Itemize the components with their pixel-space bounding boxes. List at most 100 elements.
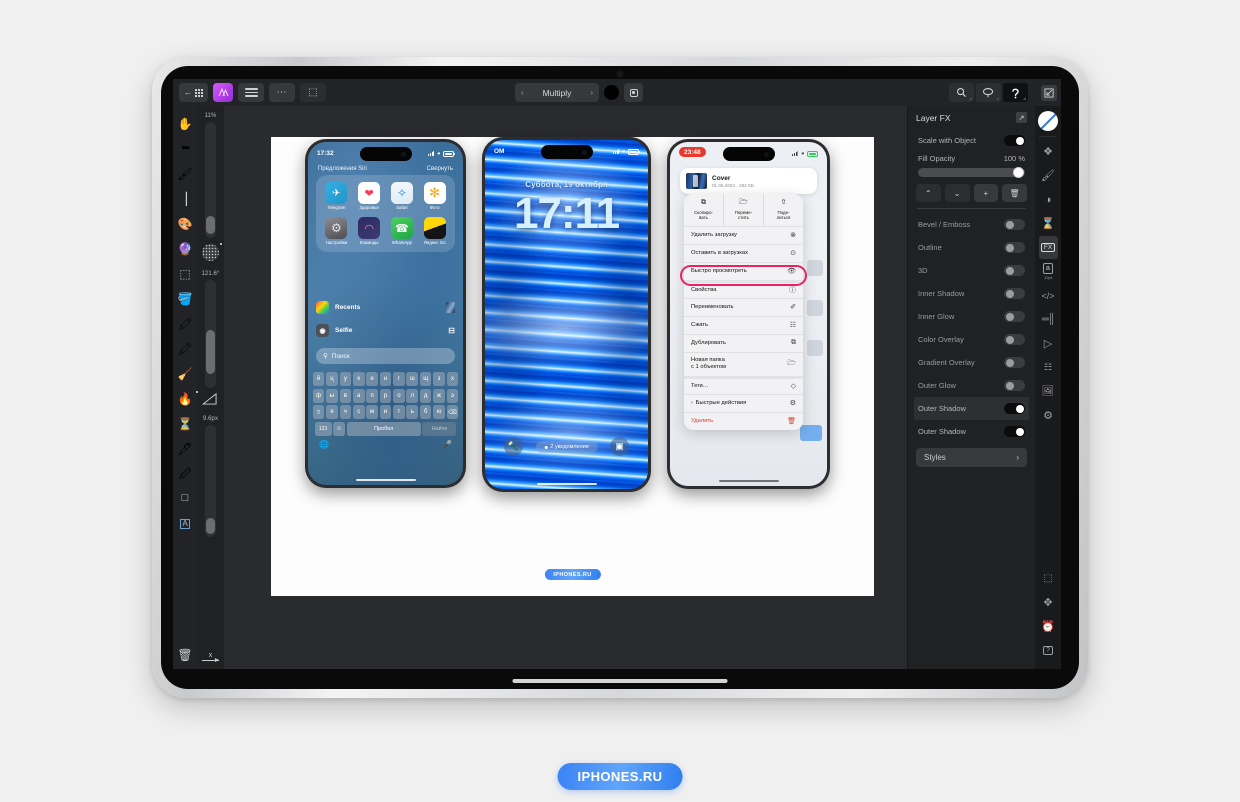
transform-icon[interactable]: ⬚ xyxy=(1039,567,1058,590)
phone1-keyboard[interactable]: йцукенгшщзх фывапролджэ ⇧ я ч с м и т ь б ю ⌫ 123 … xyxy=(308,368,463,485)
app-shortcuts[interactable]: ◠ Команды xyxy=(353,217,386,245)
app-telegram[interactable]: ✈ Telegram xyxy=(320,182,353,210)
mic-icon[interactable]: 🎤 xyxy=(442,440,452,449)
layers-icon[interactable]: ❖ xyxy=(1039,140,1058,163)
marquee-select-button[interactable]: ⬚ xyxy=(300,83,326,102)
artboard[interactable]: 17:32 ◕ Предложения Siri Свернуть ✈ Tele… xyxy=(271,137,874,596)
eyedropper-tool[interactable]: 🖌 xyxy=(175,161,196,186)
popout-icon[interactable]: ↗ xyxy=(1016,112,1027,123)
keyboard-key[interactable]: й xyxy=(312,372,325,386)
shape-tool[interactable]: □ xyxy=(175,486,196,511)
history-icon[interactable]: ⏰ xyxy=(1039,615,1058,638)
effect-row[interactable]: Bevel / Emboss xyxy=(914,213,1029,236)
app-health[interactable]: ❤ Здоровье xyxy=(353,182,386,210)
keyboard-key[interactable]: о xyxy=(393,388,405,403)
pencil-tool[interactable]: 🖍 xyxy=(175,336,196,361)
effect-toggle[interactable] xyxy=(1004,380,1025,391)
effect-toggle[interactable] xyxy=(1004,357,1025,368)
keyboard-key[interactable]: щ xyxy=(419,372,432,386)
keyboard-key[interactable]: у xyxy=(339,372,352,386)
effect-row[interactable]: Outline xyxy=(914,236,1029,259)
delete-effect-button[interactable]: 🗑 xyxy=(1002,184,1027,202)
effect-toggle[interactable] xyxy=(1004,219,1025,230)
eraser-tool[interactable]: 🧹 xyxy=(175,361,196,386)
effect-toggle[interactable] xyxy=(1004,288,1025,299)
marquee-tool[interactable]: ⬚ xyxy=(175,261,196,286)
keyboard-key[interactable]: ф xyxy=(312,388,325,403)
keyboard-key[interactable]: р xyxy=(379,388,392,403)
effect-row[interactable]: 3D xyxy=(914,259,1029,282)
canvas-area[interactable]: 17:32 ◕ Предложения Siri Свернуть ✈ Tele… xyxy=(224,106,907,669)
angle-slider[interactable] xyxy=(205,280,216,388)
layer-mask-button[interactable] xyxy=(624,83,643,102)
keyboard-key[interactable]: ю xyxy=(433,405,445,420)
more-options-button[interactable]: ⋯ xyxy=(269,83,295,102)
text-tool[interactable]: A xyxy=(175,511,196,536)
keyboard-key[interactable]: ш xyxy=(406,372,419,386)
context-menu-item[interactable]: Оставить в загрузках ⊙ xyxy=(684,243,803,262)
key-search-go[interactable]: Найти xyxy=(422,421,457,436)
cursor-tool[interactable]: ➦ xyxy=(175,136,196,161)
keyboard-key[interactable]: ц xyxy=(326,372,338,386)
keyboard-key[interactable]: э xyxy=(446,388,459,403)
blend-mode-selector[interactable]: ‹ Multiply › xyxy=(515,83,599,102)
add-effect-button[interactable]: + xyxy=(973,184,999,202)
app-yandex-go[interactable]: Яндекс Go xyxy=(418,217,451,245)
angle-triangle-icon[interactable] xyxy=(196,391,219,408)
keyboard-key[interactable]: г xyxy=(393,372,405,386)
histogram-icon[interactable]: ═║ xyxy=(1039,308,1058,331)
list-item-recents[interactable]: Recents xyxy=(316,299,455,316)
file-settings-icon[interactable]: ⚙ xyxy=(1039,404,1058,427)
blend-prev-arrow[interactable]: ‹ xyxy=(521,88,524,97)
color-swatch[interactable] xyxy=(604,85,619,100)
effect-toggle[interactable] xyxy=(1004,334,1025,345)
context-menu-item[interactable]: Новая папка с 1 объектом 🗁 xyxy=(684,351,803,376)
magic-wand-tool[interactable]: 🔮 xyxy=(175,236,196,261)
key-numbers[interactable]: 123 xyxy=(314,421,332,436)
opacity-slider[interactable] xyxy=(205,122,216,238)
camera-button[interactable]: ▣ xyxy=(610,437,629,456)
context-menu-item[interactable]: Удалить 🗑 xyxy=(684,411,803,430)
key-emoji[interactable]: ☺ xyxy=(333,421,345,436)
styles-button[interactable]: Styles › xyxy=(916,448,1027,467)
app-photos[interactable]: ✻ Фото xyxy=(418,182,451,210)
collapse-button[interactable]: Свернуть xyxy=(427,166,453,172)
effect-row[interactable]: Gradient Overlay xyxy=(914,351,1029,374)
keyboard-key[interactable]: з xyxy=(433,372,445,386)
hourglass-icon[interactable]: ⌛ xyxy=(1039,212,1058,235)
expand-panel-button[interactable] xyxy=(1041,84,1057,101)
keyboard-key[interactable]: а xyxy=(352,388,365,403)
undo-tool-button[interactable] xyxy=(1003,83,1028,102)
trash-icon[interactable]: 🗑 xyxy=(177,648,192,662)
color-wheel-icon[interactable] xyxy=(1038,111,1058,131)
effect-row[interactable]: Outer Shadow xyxy=(914,420,1029,443)
effect-row[interactable]: Outer Shadow xyxy=(914,397,1029,420)
effect-toggle[interactable] xyxy=(1004,242,1025,253)
list-icon[interactable]: ☷ xyxy=(1039,356,1058,379)
clone-stamp-tool[interactable]: ⏳ xyxy=(175,411,196,436)
help-icon[interactable]: ? xyxy=(1039,639,1058,662)
context-menu-item[interactable]: Переименовать ✐ xyxy=(684,297,803,316)
brush-icon[interactable]: 🖌 xyxy=(1039,164,1058,187)
image-icon[interactable]: 🖼 xyxy=(1039,380,1058,403)
play-icon[interactable]: ▷ xyxy=(1039,332,1058,355)
effect-toggle[interactable] xyxy=(1004,311,1025,322)
lasso-tool-button[interactable] xyxy=(976,83,1001,102)
effect-toggle[interactable] xyxy=(1004,426,1025,437)
keyboard-key[interactable]: н xyxy=(379,372,392,386)
keyboard-key[interactable]: ⇧ xyxy=(312,405,325,420)
context-menu-item[interactable]: › Быстрые действия ⚙ xyxy=(684,393,803,412)
effect-toggle[interactable] xyxy=(1004,403,1025,414)
flashlight-button[interactable]: 🔦 xyxy=(504,437,523,456)
adjustments-icon[interactable]: ◑ xyxy=(1039,188,1058,211)
text-size-icon[interactable]: a 12pt xyxy=(1039,260,1058,283)
halftone-pattern-icon[interactable] xyxy=(202,243,222,261)
app-whatsapp[interactable]: ☎ WhatsApp xyxy=(386,217,419,245)
fx-icon[interactable]: FX xyxy=(1038,236,1058,259)
keyboard-key[interactable]: и xyxy=(379,405,392,420)
keyboard-key[interactable]: п xyxy=(366,388,378,403)
keyboard-key[interactable]: м xyxy=(366,405,378,420)
list-item-selfie[interactable]: ◉ Selfie ⊟ xyxy=(316,322,455,339)
move-down-button[interactable]: ⌄ xyxy=(944,184,970,202)
layers-menu-button[interactable] xyxy=(238,83,264,102)
